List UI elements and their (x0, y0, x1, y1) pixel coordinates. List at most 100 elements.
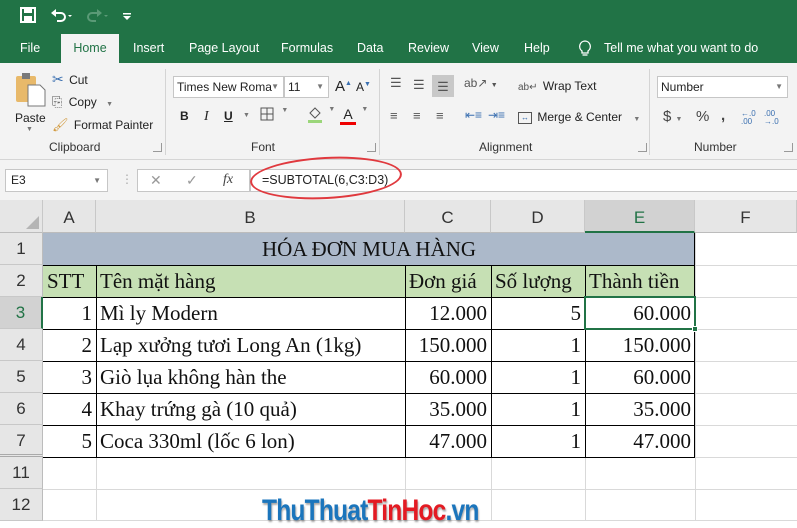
font-name-select[interactable]: Times New Roma ▼ (173, 76, 284, 98)
cell-total[interactable]: 35.000 (585, 393, 695, 425)
wrap-text-button[interactable]: ab↵ Wrap Text (518, 79, 596, 93)
tab-data[interactable]: Data (357, 34, 383, 63)
header-total[interactable]: Thành tiền (585, 265, 695, 297)
align-left-button[interactable]: ≡ (390, 108, 398, 123)
decrease-indent-button[interactable]: ⇤≡ (465, 108, 482, 122)
row-header-7[interactable]: 7 (0, 425, 43, 457)
row-header-1[interactable]: 1 (0, 233, 43, 265)
tab-help[interactable]: Help (524, 34, 550, 63)
decrease-decimal-button[interactable]: .00 →.0 (764, 110, 779, 126)
redo-icon[interactable] (86, 7, 110, 28)
alignment-dialog-launcher[interactable] (638, 143, 647, 152)
column-header-e[interactable]: E (585, 200, 695, 233)
header-quantity[interactable]: Số lượng (491, 265, 585, 297)
insert-function-icon[interactable]: fx (223, 172, 233, 188)
cell-stt[interactable]: 3 (43, 361, 96, 393)
row-header-6[interactable]: 6 (0, 393, 43, 425)
row-header-2[interactable]: 2 (0, 265, 43, 297)
cell-unit-price[interactable]: 150.000 (405, 329, 491, 361)
tab-formulas[interactable]: Formulas (281, 34, 333, 63)
copy-dropdown-icon[interactable]: ▼ (106, 101, 113, 108)
cell-quantity[interactable]: 1 (491, 393, 585, 425)
bottom-align-button[interactable]: ☰ (432, 75, 454, 97)
italic-button[interactable]: I (204, 109, 209, 125)
undo-icon[interactable] (50, 7, 74, 28)
cut-button[interactable]: ✂ Cut (52, 71, 88, 88)
active-cell-selection[interactable] (584, 296, 696, 330)
increase-decimal-button[interactable]: ←.0.00 (741, 110, 756, 126)
copy-button[interactable]: ⎘ Copy ▼ (52, 94, 113, 110)
top-align-button[interactable]: ☰ (390, 75, 402, 91)
select-all-button[interactable] (0, 200, 43, 233)
number-format-select[interactable]: Number ▼ (657, 76, 788, 98)
cell-item-name[interactable]: Lạp xưởng tươi Long An (1kg) (96, 329, 405, 361)
format-painter-button[interactable]: 🖌 Format Painter (52, 117, 153, 133)
tab-home[interactable]: Home (61, 34, 119, 63)
cell-unit-price[interactable]: 12.000 (405, 297, 491, 329)
cell-quantity[interactable]: 1 (491, 361, 585, 393)
row-header-11[interactable]: 11 (0, 457, 43, 489)
align-center-button[interactable]: ≡ (413, 108, 421, 123)
customize-qat-icon[interactable] (122, 7, 132, 28)
fill-handle[interactable] (692, 326, 698, 332)
tab-page-layout[interactable]: Page Layout (189, 34, 259, 63)
cell-total[interactable]: 47.000 (585, 425, 695, 457)
cell-item-name[interactable]: Mì ly Modern (96, 297, 405, 329)
borders-button[interactable]: ▼ (260, 107, 288, 124)
comma-button[interactable]: , (721, 107, 725, 124)
cell-quantity[interactable]: 1 (491, 329, 585, 361)
underline-dropdown-icon[interactable]: ▼ (243, 112, 250, 119)
align-right-button[interactable]: ≡ (436, 108, 444, 123)
increase-font-size-button[interactable]: A▲ (335, 78, 352, 95)
column-header-b[interactable]: B (96, 200, 405, 233)
header-item-name[interactable]: Tên mặt hàng (96, 265, 405, 297)
clipboard-dialog-launcher[interactable] (153, 143, 162, 152)
number-dialog-launcher[interactable] (784, 143, 793, 152)
cell-item-name[interactable]: Khay trứng gà (10 quả) (96, 393, 405, 425)
font-dialog-launcher[interactable] (367, 143, 376, 152)
cell-total[interactable]: 150.000 (585, 329, 695, 361)
fill-color-button[interactable]: ▼ (307, 106, 335, 127)
name-box[interactable]: E3 ▼ (5, 169, 108, 192)
font-color-button[interactable]: A ▼ (340, 106, 368, 125)
decrease-font-size-button[interactable]: A▼ (356, 80, 371, 94)
column-header-a[interactable]: A (43, 200, 96, 233)
cell-unit-price[interactable]: 35.000 (405, 393, 491, 425)
paste-button[interactable]: Paste ▼ (12, 69, 48, 133)
cell-total[interactable]: 60.000 (585, 361, 695, 393)
merge-center-button[interactable]: ↔ Merge & Center ▼ (518, 110, 640, 124)
column-header-d[interactable]: D (491, 200, 585, 233)
cell-stt[interactable]: 4 (43, 393, 96, 425)
percent-button[interactable]: % (696, 108, 709, 125)
chevron-down-icon[interactable]: ▼ (633, 116, 640, 123)
currency-button[interactable]: $ ▼ (663, 108, 682, 125)
middle-align-button[interactable]: ☰ (413, 77, 425, 93)
orientation-button[interactable]: ab↗ ▼ (464, 76, 498, 90)
cell-item-name[interactable]: Giò lụa không hàn the (96, 361, 405, 393)
cell-stt[interactable]: 5 (43, 425, 96, 457)
cell-unit-price[interactable]: 47.000 (405, 425, 491, 457)
tab-view[interactable]: View (472, 34, 499, 63)
column-header-f[interactable]: F (695, 200, 797, 233)
tab-insert[interactable]: Insert (133, 34, 164, 63)
row-header-12[interactable]: 12 (0, 489, 43, 521)
row-header-4[interactable]: 4 (0, 329, 43, 361)
cell-item-name[interactable]: Coca 330ml (lốc 6 lon) (96, 425, 405, 457)
cell-quantity[interactable]: 1 (491, 425, 585, 457)
tab-review[interactable]: Review (408, 34, 449, 63)
column-header-c[interactable]: C (405, 200, 491, 233)
header-stt[interactable]: STT (43, 265, 96, 297)
cell-quantity[interactable]: 5 (491, 297, 585, 329)
cell-stt[interactable]: 2 (43, 329, 96, 361)
resize-handle[interactable]: ⋮ (121, 172, 133, 186)
cell-unit-price[interactable]: 60.000 (405, 361, 491, 393)
tab-file[interactable]: File (20, 34, 40, 63)
cancel-icon[interactable]: ✕ (150, 172, 162, 189)
formula-input[interactable]: =SUBTOTAL(6,C3:D3) (250, 169, 797, 192)
cell-stt[interactable]: 1 (43, 297, 96, 329)
enter-icon[interactable]: ✓ (186, 172, 198, 189)
underline-button[interactable]: U (224, 109, 233, 123)
row-header-5[interactable]: 5 (0, 361, 43, 393)
font-size-select[interactable]: 11 ▼ (284, 76, 329, 98)
paste-dropdown-icon[interactable]: ▼ (26, 126, 33, 133)
